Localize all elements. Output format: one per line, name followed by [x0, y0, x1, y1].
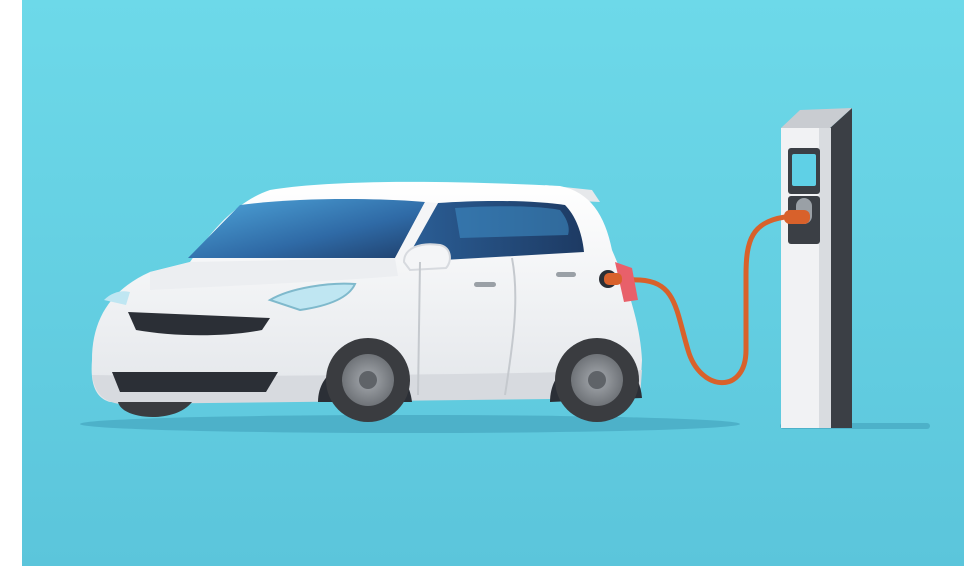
car-door-handle-front [474, 282, 496, 287]
car-side-mirror [402, 243, 451, 272]
station-side-panel [830, 108, 852, 428]
front-hub [359, 371, 377, 389]
car-side-window-highlight [455, 206, 569, 238]
rear-hub [588, 371, 606, 389]
car-lower-grille [112, 372, 278, 392]
car-plug-head [604, 273, 622, 285]
ev-charging-illustration [0, 0, 964, 566]
plug-connector [784, 210, 810, 224]
ground-shadow [80, 415, 740, 433]
charging-station [781, 108, 852, 428]
station-body-shade [819, 128, 831, 428]
illustration-canvas [0, 0, 964, 566]
left-margin [0, 0, 22, 566]
station-screen [792, 154, 816, 186]
car-door-handle-rear [556, 272, 576, 277]
